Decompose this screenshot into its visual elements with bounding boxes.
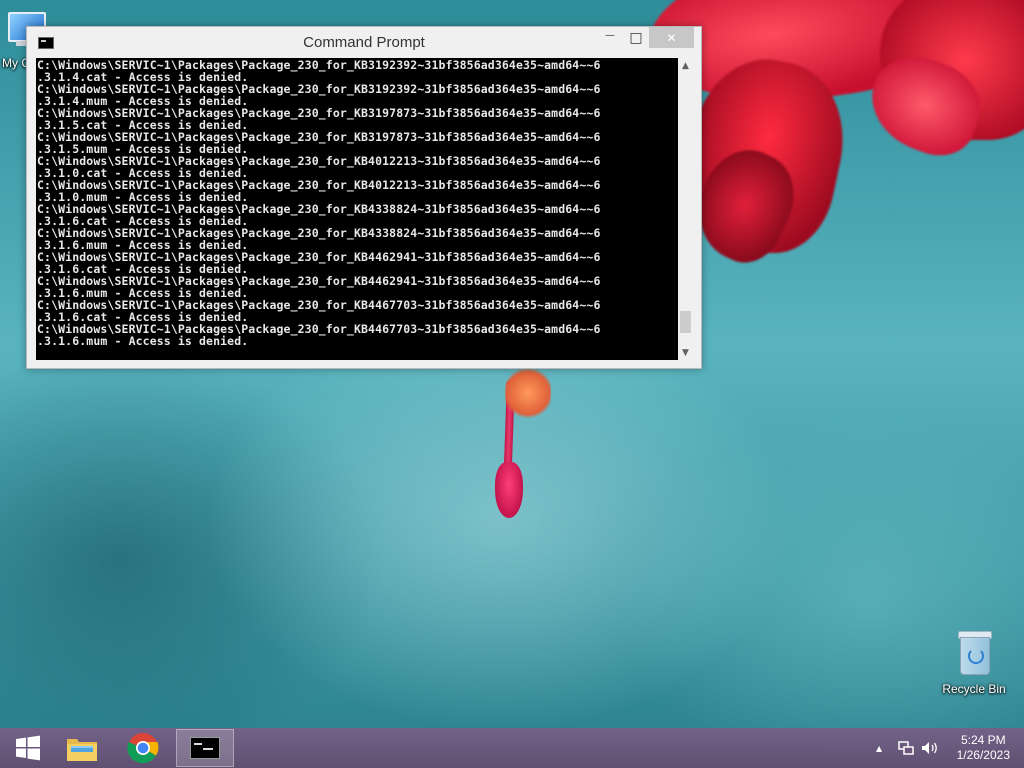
network-icon[interactable]	[898, 741, 914, 759]
clock-date: 1/26/2023	[956, 748, 1010, 762]
clock-time: 5:24 PM	[960, 733, 1006, 747]
scroll-down-button[interactable]: ▼	[678, 345, 693, 360]
minimize-button[interactable]: —	[597, 27, 623, 48]
taskbar-command-prompt[interactable]	[176, 729, 234, 767]
windows-start-icon	[16, 735, 40, 761]
close-button[interactable]: ✕	[649, 27, 694, 48]
file-explorer-icon	[67, 739, 97, 761]
chevron-up-icon: ▲	[682, 60, 689, 71]
taskbar-clock[interactable]: 5:24 PM 1/26/2023	[957, 733, 1010, 763]
maximize-button[interactable]: □	[623, 27, 649, 48]
taskbar-file-explorer[interactable]	[54, 729, 110, 767]
start-button[interactable]	[0, 729, 56, 767]
taskbar-chrome[interactable]	[115, 729, 171, 767]
command-prompt-icon	[190, 737, 220, 759]
desktop-icon-label: Recycle Bin	[942, 682, 1006, 696]
recycle-bin-icon	[954, 628, 994, 678]
console-output: C:\Windows\SERVIC~1\Packages\Package_230…	[37, 58, 601, 348]
desktop-icon-recycle-bin[interactable]: Recycle Bin	[938, 628, 1010, 696]
minimize-icon: —	[605, 30, 615, 41]
show-hidden-icons-button[interactable]: ▲	[876, 744, 882, 753]
desktop: My C Recycle Bin Command Prompt — □ ✕ C:…	[0, 0, 1024, 768]
chrome-icon	[127, 733, 159, 764]
title-bar[interactable]: Command Prompt — □ ✕	[27, 27, 701, 59]
scroll-thumb[interactable]	[680, 310, 691, 333]
command-prompt-window[interactable]: Command Prompt — □ ✕ C:\Windows\SERVIC~1…	[26, 26, 702, 369]
scroll-up-button[interactable]: ▲	[678, 58, 693, 73]
volume-icon[interactable]	[921, 741, 939, 759]
taskbar: ▲ 5:24 PM 1/26/2023	[0, 728, 1024, 768]
close-icon: ✕	[666, 30, 677, 45]
maximize-icon: □	[629, 29, 643, 46]
console-area[interactable]: C:\Windows\SERVIC~1\Packages\Package_230…	[36, 58, 693, 360]
vertical-scrollbar[interactable]: ▲ ▼	[678, 58, 693, 360]
chevron-down-icon: ▼	[682, 347, 689, 358]
